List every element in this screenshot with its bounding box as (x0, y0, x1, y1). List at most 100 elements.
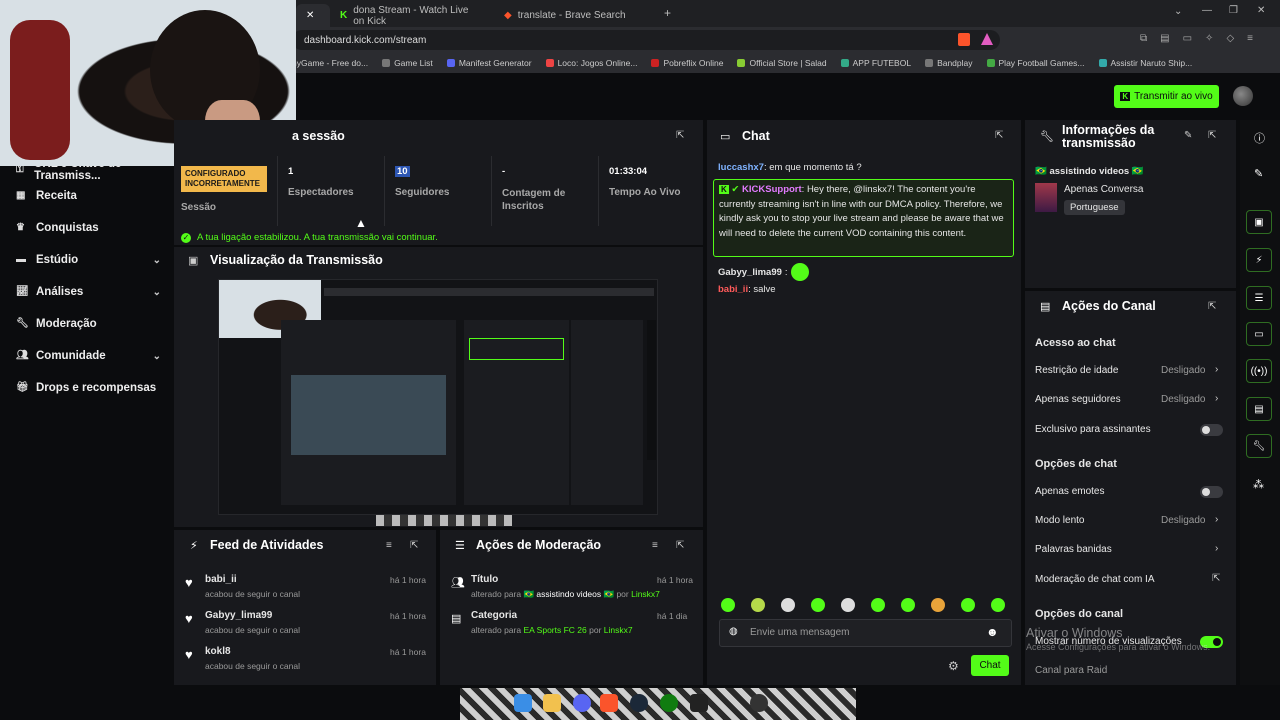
edit-icon[interactable]: ✎ (1184, 130, 1192, 141)
rail-activity-button[interactable]: ⚡︎ (1246, 248, 1272, 272)
sidebar-item-moderation[interactable]: 🔧︎ Moderação (16, 318, 161, 330)
subscribers-only-toggle[interactable] (1200, 424, 1223, 436)
sidebar-item-achievements[interactable]: ♛ Conquistas (16, 222, 161, 234)
bookmark[interactable]: APP FUTEBOL (840, 58, 911, 68)
minimize-button[interactable]: — (1202, 5, 1212, 16)
bookmark[interactable]: Play Football Games... (986, 58, 1085, 68)
popout-icon[interactable]: ⇱ (1208, 130, 1216, 141)
chat-send-button[interactable]: Chat (971, 655, 1009, 676)
app-icon[interactable] (690, 694, 708, 712)
sidebar-item-analytics[interactable]: 📈︎ Análises ⌄ (16, 286, 161, 298)
bookmark[interactable]: Official Store | Salad (737, 58, 827, 68)
new-tab-button[interactable]: + (664, 6, 671, 20)
popout-icon[interactable]: ⇱ (995, 130, 1003, 141)
popout-icon[interactable]: ⇱ (676, 130, 684, 141)
popout-icon[interactable]: ⇱ (676, 540, 684, 551)
rail-info-button[interactable]: 🔧︎ (1246, 434, 1272, 458)
brave-shield-icon[interactable] (958, 33, 970, 46)
detail-moderator[interactable]: Linskx7 (631, 589, 660, 599)
popout-icon[interactable]: ⇱ (410, 540, 418, 551)
bookmark[interactable]: nyGame - Free do... (292, 58, 368, 68)
chevron-right-icon[interactable]: › (1215, 393, 1218, 404)
apps-icon[interactable]: ⁂ (1253, 478, 1264, 491)
sidebar-item-revenue[interactable]: ▦ Receita (16, 190, 161, 202)
bookmark[interactable]: Assistir Naruto Ship... (1098, 58, 1192, 68)
raid-channel-label[interactable]: Canal para Raid (1035, 665, 1107, 676)
sidebar-icon[interactable]: ▤ (1160, 33, 1169, 44)
tab-kick-stream[interactable]: K dona Stream - Watch Live on Kick (330, 4, 490, 27)
shield-icon[interactable]: ◇ (1226, 33, 1234, 44)
chat-username[interactable]: Gabyy_lima99 (718, 267, 782, 278)
tab-brave-search[interactable]: ◆ translate - Brave Search (494, 4, 654, 27)
emote-icon[interactable] (931, 598, 945, 612)
sidebar-item-community[interactable]: 👥︎ Comunidade ⌄ (16, 350, 161, 362)
pencil-icon[interactable]: ✎ (1254, 167, 1263, 180)
windows-start-icon[interactable] (514, 694, 532, 712)
filter-icon[interactable]: ≡ (652, 540, 658, 551)
emote-icon[interactable] (811, 598, 825, 612)
rail-moderation-button[interactable]: ☰ (1246, 286, 1272, 310)
emote-icon[interactable] (781, 598, 795, 612)
ai-moderation-label[interactable]: Moderação de chat com IA (1035, 574, 1155, 585)
sidebar-item-drops[interactable]: 🎁︎ Drops e recompensas (16, 382, 161, 394)
obs-icon[interactable] (750, 694, 768, 712)
chat-username[interactable]: KICKSupport (742, 184, 802, 195)
bookmark[interactable]: Manifest Generator (446, 58, 532, 68)
bookmark[interactable]: Loco: Jogos Online... (545, 58, 637, 68)
go-live-button[interactable]: K Transmitir ao vivo (1114, 85, 1219, 108)
sidebar-item-studio[interactable]: ▬ Estúdio ⌄ (16, 254, 161, 266)
emote-icon[interactable] (871, 598, 885, 612)
emote-icon[interactable] (961, 598, 975, 612)
bookmark[interactable]: Game List (382, 58, 433, 68)
emote-icon[interactable] (721, 598, 735, 612)
rail-channel-actions-button[interactable]: ▤ (1246, 397, 1272, 421)
maximize-button[interactable]: ❐ (1229, 5, 1238, 16)
brave-icon[interactable] (600, 694, 618, 712)
wallet-icon[interactable]: ▭ (1183, 33, 1192, 44)
close-icon[interactable]: ✕ (306, 10, 314, 21)
steam-icon[interactable] (630, 694, 648, 712)
activity-user[interactable]: Gabyy_lima99 (205, 610, 272, 621)
emote-icon[interactable] (901, 598, 915, 612)
rail-broadcast-button[interactable]: ((•)) (1246, 359, 1272, 383)
url-input[interactable]: dashboard.kick.com/stream (292, 30, 1000, 50)
chevron-down-icon[interactable]: ⌄ (1174, 6, 1182, 17)
window-close-button[interactable]: ✕ (1257, 5, 1265, 16)
slow-mode-value[interactable]: Desligado (1161, 515, 1205, 526)
chevron-right-icon[interactable]: › (1215, 543, 1218, 554)
activity-user[interactable]: kokl8 (205, 646, 231, 657)
emote-icon[interactable] (751, 598, 765, 612)
avatar[interactable] (1233, 86, 1253, 106)
emotes-only-toggle[interactable] (1200, 486, 1223, 498)
file-explorer-icon[interactable] (543, 694, 561, 712)
discord-icon[interactable] (573, 694, 591, 712)
bookmark[interactable]: Bandplay (925, 58, 973, 68)
menu-icon[interactable]: ≡ (1247, 33, 1253, 44)
brave-rewards-icon[interactable] (981, 33, 993, 45)
filter-icon[interactable]: ≡ (386, 540, 392, 551)
chat-username[interactable]: luccashx7 (718, 162, 764, 173)
activity-user[interactable]: babi_ii (205, 574, 237, 585)
extensions-icon[interactable]: ⧉ (1140, 33, 1147, 44)
banned-words-label[interactable]: Palavras banidas (1035, 544, 1112, 555)
chevron-right-icon[interactable]: › (1215, 514, 1218, 525)
chat-username[interactable]: babi_ii (718, 284, 748, 295)
info-icon[interactable]: ⓘ (1254, 130, 1265, 146)
xbox-icon[interactable] (660, 694, 678, 712)
rail-chat-button[interactable]: ▭ (1246, 322, 1272, 346)
leo-icon[interactable]: ✧ (1205, 33, 1213, 44)
emote-icon[interactable] (841, 598, 855, 612)
followers-only-value[interactable]: Desligado (1161, 394, 1205, 405)
bookmark[interactable]: Pobreflix Online (651, 58, 723, 68)
stream-category[interactable]: Apenas Conversa (1064, 184, 1144, 195)
gear-icon[interactable]: ⚙ (948, 659, 959, 673)
rail-preview-button[interactable]: ▣ (1246, 210, 1272, 234)
detail-moderator[interactable]: Linskx7 (604, 625, 633, 635)
stream-preview-image[interactable] (218, 279, 658, 515)
tab-close[interactable]: ✕ (296, 4, 330, 27)
emoji-icon[interactable]: ☻ (986, 625, 999, 639)
popout-icon[interactable]: ⇱ (1208, 301, 1216, 312)
detail-value[interactable]: EA Sports FC 26 (523, 625, 586, 635)
age-restriction-value[interactable]: Desligado (1161, 365, 1205, 376)
chevron-right-icon[interactable]: › (1215, 364, 1218, 375)
